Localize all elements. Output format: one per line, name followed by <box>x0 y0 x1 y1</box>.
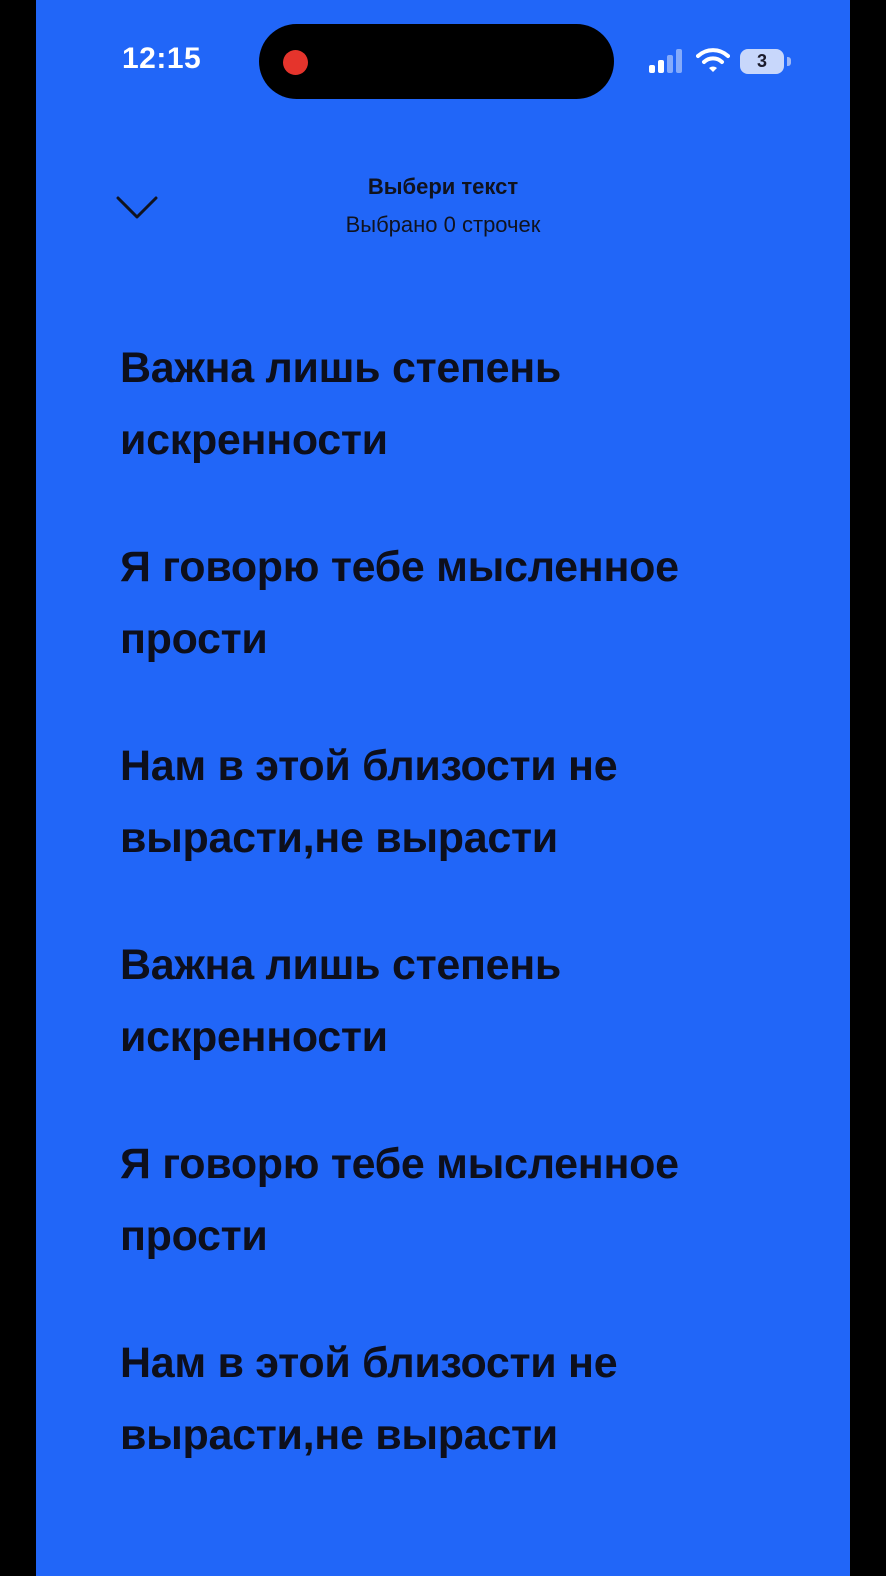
wifi-icon <box>696 48 730 72</box>
recording-indicator-icon <box>283 50 308 75</box>
lyrics-list: Важна лишь степень искренности Я говорю … <box>120 332 780 1526</box>
battery-icon: 3 <box>740 49 791 74</box>
lyric-line[interactable]: Я говорю тебе мысленное прости <box>120 531 780 675</box>
status-time: 12:15 <box>122 42 202 75</box>
lyrics-select-screen: 12:15 3 Выбери текст Выбрано 0 строчек В… <box>36 0 850 1576</box>
lyric-line[interactable]: Нам в этой близости не вырасти,не выраст… <box>120 1327 780 1471</box>
page-title: Выбери текст <box>367 174 519 199</box>
lyric-line[interactable]: Важна лишь степень искренности <box>120 332 780 476</box>
lyric-line[interactable]: Нам в этой близости не вырасти,не выраст… <box>120 730 780 874</box>
dynamic-island <box>259 24 614 99</box>
lyric-line[interactable]: Я говорю тебе мысленное прости <box>120 1128 780 1272</box>
lyric-line[interactable]: Важна лишь степень искренности <box>120 929 780 1073</box>
battery-level: 3 <box>740 49 784 74</box>
cellular-signal-icon <box>649 49 687 73</box>
selected-count: Выбрано 0 строчек <box>345 212 541 237</box>
